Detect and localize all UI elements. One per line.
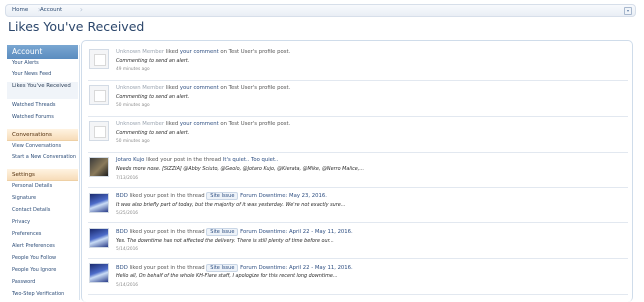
like-summary: BDD liked your post in the thread Site I… [116,264,353,272]
sidebar-item-watched-forums[interactable]: Watched Forums [7,114,78,121]
divider [88,80,628,81]
prefix-badge[interactable]: Site Issue [206,228,239,236]
sidebar-item-privacy[interactable]: Privacy [7,219,78,226]
like-context: on Test User's profile post. [220,49,291,55]
like-content-link[interactable]: Forum Downtime: April 22 - May 11, 2016. [240,229,353,235]
sidebar-item-watched-threads[interactable]: Watched Threads [7,102,78,109]
like-user[interactable]: Unknown Member [116,85,164,91]
like-content-link[interactable]: Forum Downtime: April 22 - May 11, 2016. [240,265,353,271]
like-snippet: Yes. The downtime has not affected the d… [116,238,334,244]
prefix-badge[interactable]: Site Issue [206,192,239,200]
sidebar-item-start-conversation[interactable]: Start a New Conversation [7,154,78,161]
like-time: 5/25/2016 [116,211,139,216]
sidebar-item-likes-received[interactable]: Likes You've Received [7,82,78,99]
like-verb: liked [165,121,179,127]
avatar[interactable] [89,228,109,248]
breadcrumb-jump-icon[interactable]: ▾ [624,7,632,15]
sidebar-item-view-conversations[interactable]: View Conversations [7,143,78,150]
sidebar-header-settings: Settings [7,169,78,181]
divider [88,152,628,153]
like-summary: Unknown Member liked your comment on Tes… [116,85,290,91]
like-context: on Test User's profile post. [220,85,291,91]
like-user[interactable]: BDD [116,265,128,271]
like-summary: Unknown Member liked your comment on Tes… [116,121,290,127]
like-snippet: Commenting to send an alert. [116,58,190,64]
avatar[interactable] [89,263,109,283]
avatar[interactable] [89,121,109,141]
breadcrumb: Home › Account › ▾ [5,4,636,17]
like-time: 50 minutes ago [116,103,150,108]
sidebar-item-your-alerts[interactable]: Your Alerts [7,60,78,67]
divider [88,116,628,117]
sidebar-item-people-you-follow[interactable]: People You Follow [7,255,78,262]
like-user[interactable]: Unknown Member [116,121,164,127]
like-time: 5/14/2016 [116,283,139,288]
like-verb: liked [165,85,179,91]
divider [88,187,628,188]
sidebar-item-alert-preferences[interactable]: Alert Preferences [7,243,78,250]
sidebar-header-conversations: Conversations [7,129,78,141]
like-snippet: Commenting to send an alert. [116,94,190,100]
avatar[interactable] [89,193,109,213]
account-sidebar: Account Your Alerts Your News Feed Likes… [7,45,80,300]
like-snippet: Hello all, On behalf of the whole KH-Fla… [116,273,338,279]
sidebar-item-personal-details[interactable]: Personal Details [7,183,78,190]
like-verb: liked your post in the thread [129,193,205,199]
breadcrumb-home[interactable]: Home › [8,5,41,16]
sidebar-item-news-feed[interactable]: Your News Feed [7,71,78,78]
sidebar-item-signature[interactable]: Signature [7,195,78,202]
sidebar-item-preferences[interactable]: Preferences [7,231,78,238]
like-content-link[interactable]: It's quiet.. Too quiet.. [223,157,279,163]
like-time: 49 minutes ago [116,67,150,72]
like-user[interactable]: Unknown Member [116,49,164,55]
avatar[interactable] [89,85,109,105]
like-summary: Jotaro Kujo liked your post in the threa… [116,157,278,163]
divider [88,294,628,295]
avatar[interactable] [89,49,109,69]
like-time: 7/13/2016 [116,176,139,181]
like-summary: Unknown Member liked your comment on Tes… [116,49,290,55]
divider [88,258,628,259]
like-snippet: Commenting to send an alert. [116,130,190,136]
sidebar-item-two-step-verification[interactable]: Two-Step Verification [7,291,78,298]
like-user[interactable]: BDD [116,193,128,199]
sidebar-item-contact-details[interactable]: Contact Details [7,207,78,214]
like-snippet: It was also briefly part of today, but t… [116,202,346,208]
like-time: 5/14/2016 [116,247,139,252]
like-time: 50 minutes ago [116,139,150,144]
prefix-badge[interactable]: Site Issue [206,264,239,272]
like-content-link[interactable]: your comment [180,49,219,55]
sidebar-item-password[interactable]: Password [7,279,78,286]
like-content-link[interactable]: your comment [180,85,219,91]
like-user[interactable]: BDD [116,229,128,235]
sidebar-header-account: Account [7,45,78,59]
like-summary: BDD liked your post in the thread Site I… [116,228,353,236]
like-snippet: Needs more nose. [SIZZIA] @Abby Sciuto, … [116,166,365,172]
like-context: on Test User's profile post. [220,121,291,127]
avatar[interactable] [89,157,109,177]
like-verb: liked [165,49,179,55]
like-verb: liked your post in the thread [129,265,205,271]
like-content-link[interactable]: your comment [180,121,219,127]
sidebar-item-people-you-ignore[interactable]: People You Ignore [7,267,78,274]
divider [88,222,628,223]
breadcrumb-account[interactable]: Account › [36,5,83,16]
like-content-link[interactable]: Forum Downtime: May 23, 2016. [240,193,327,199]
like-verb: liked your post in the thread [146,157,222,163]
like-summary: BDD liked your post in the thread Site I… [116,192,327,200]
like-verb: liked your post in the thread [129,229,205,235]
like-user[interactable]: Jotaro Kujo [116,157,144,163]
page-title: Likes You've Received [8,19,145,34]
